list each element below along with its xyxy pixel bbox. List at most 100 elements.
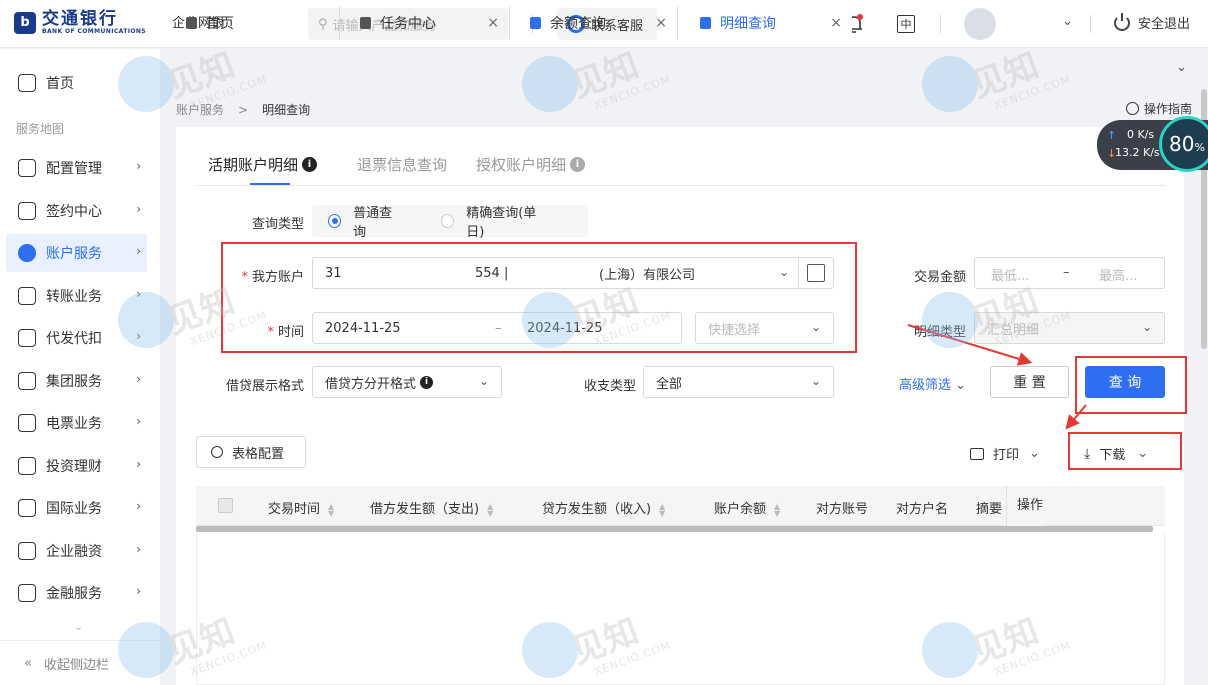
sidebar-item-1[interactable]: 签约中心 › (6, 192, 147, 230)
sidebar-item-7[interactable]: 投资理财 › (6, 447, 147, 485)
close-icon[interactable]: × (655, 15, 667, 31)
guide-icon (1126, 102, 1139, 115)
sort-icon: ▲ ▼ (659, 501, 666, 518)
chevron-down-icon[interactable]: ⌄ (1062, 14, 1073, 29)
sidebar-item-label: 投资理财 (46, 458, 102, 475)
language-switch[interactable]: 中 (894, 12, 918, 36)
tab-label: 余额查询 (550, 16, 606, 32)
pen-icon (18, 201, 36, 220)
chevron-right-icon: › (136, 201, 141, 216)
col-balance[interactable]: 账户余额 ▲ ▼ (714, 498, 780, 517)
chevron-right-icon: › (136, 286, 141, 301)
sidebar-item-4[interactable]: 代发代扣 › (6, 319, 147, 357)
avatar[interactable] (964, 8, 996, 40)
radio-label: 精确查询(单日) (466, 206, 537, 240)
breadcrumb: 账户服务 > 明细查询 (176, 101, 310, 118)
subtab-label: 活期账户明细 (208, 156, 299, 174)
col-trade-time[interactable]: 交易时间 ▲ ▼ (268, 498, 334, 517)
tab-detail-query[interactable]: 明细查询 × (680, 6, 852, 40)
highlight-box-query (1075, 356, 1187, 414)
table-config-button[interactable]: 表格配置 (196, 436, 306, 468)
sidebar-item-8[interactable]: 国际业务 › (6, 489, 147, 527)
home-tab-icon (186, 17, 197, 29)
sort-icon: ▲ ▼ (487, 501, 494, 518)
print-button[interactable]: 打印 ⌄ (970, 444, 1040, 463)
sidebar-item-label: 电票业务 (46, 416, 102, 432)
sidebar-item-6[interactable]: 电票业务 › (6, 404, 147, 442)
collapse-sidebar-button[interactable]: « 收起侧边栏 (0, 640, 160, 685)
subtab-refund[interactable]: 退票信息查询 (357, 154, 447, 175)
debit-format-select[interactable]: 借贷方分开格式 i ⌄ (312, 366, 502, 398)
col-debit[interactable]: 借方发生额（支出) ▲ ▼ (370, 498, 493, 517)
detail-type-select[interactable]: 汇总明细 ⌄ (974, 312, 1165, 344)
bank-name-en: BANK OF COMMUNICATIONS (42, 28, 146, 35)
payroll-icon (18, 329, 36, 347)
amount-max-input[interactable]: 最高... (1099, 265, 1137, 284)
amount-min-input[interactable]: 最低... (991, 265, 1029, 284)
guide-link[interactable]: 操作指南 (1126, 100, 1192, 117)
subtab-current-account[interactable]: 活期账户明细 i (208, 154, 318, 175)
select-all-checkbox[interactable] (218, 498, 233, 513)
bank-name: 交通银行 (42, 9, 118, 29)
tab-label: 任务中心 (380, 16, 436, 32)
amount-range[interactable]: 最低... – 最高... (974, 257, 1165, 289)
globe-icon (18, 499, 36, 517)
highlight-box-account-time (221, 242, 857, 353)
tab-bar (160, 49, 1208, 89)
gear-icon (18, 159, 36, 177)
user-icon (18, 244, 36, 262)
tab-home[interactable]: 首页 (166, 6, 340, 40)
sidebar-section-label: 服务地图 (16, 122, 65, 136)
tab-task-center[interactable]: 任务中心 × (340, 6, 510, 40)
query-type-radio-group: 普通查询 精确查询(单日) (312, 202, 588, 240)
bill-icon (18, 414, 36, 432)
table-header: 交易时间 ▲ ▼ 借方发生额（支出) ▲ ▼ 贷方发生额（收入) ▲ ▼ 账户余额 ▲ ▼ 对方… (196, 486, 1165, 526)
close-icon[interactable]: × (487, 15, 499, 31)
chevron-right-icon: › (136, 244, 141, 258)
info-icon: i (420, 375, 434, 389)
col-credit[interactable]: 贷方发生额（收入) ▲ ▼ (542, 498, 665, 517)
tab-balance[interactable]: 余额查询 × (510, 6, 678, 40)
sidebar-item-5[interactable]: 集团服务 › (6, 362, 147, 400)
sidebar-item-home[interactable]: 首页 (6, 64, 147, 102)
sidebar-item-label: 首页 (46, 76, 74, 92)
scroll-down-icon[interactable]: ⌄ (74, 620, 83, 633)
sidebar-item-10[interactable]: 金融服务 › (6, 574, 147, 612)
sidebar-item-label: 集团服务 (46, 373, 102, 390)
settings-icon (211, 446, 223, 458)
chevron-right-icon: › (136, 541, 141, 556)
advanced-filter-link[interactable]: 高级筛选 ⌄ (899, 374, 966, 393)
collapse-label: 收起侧边栏 (43, 657, 109, 673)
tab-label: 首页 (206, 16, 234, 32)
usage-percent: 80% (1159, 116, 1208, 172)
inout-select[interactable]: 全部 ⌄ (643, 366, 834, 398)
detail-icon (700, 17, 711, 29)
sidebar-item-label: 企业融资 (46, 543, 102, 560)
inout-value: 全部 (656, 376, 683, 392)
sidebar-item-0[interactable]: 配置管理 › (6, 149, 147, 187)
divider (196, 185, 1166, 186)
sidebar-item-label: 代发代扣 (46, 331, 102, 347)
chevron-right-icon: › (136, 584, 141, 598)
radio-exact-query[interactable]: 精确查询(单日) (441, 202, 548, 240)
subtab-authorized[interactable]: 授权账户明细 i (476, 154, 586, 175)
detail-type-value: 汇总明细 (987, 322, 1040, 338)
debit-format-value: 借贷方分开格式 (325, 376, 417, 392)
chevron-down-icon: ⌄ (478, 374, 489, 388)
chart-icon (18, 456, 36, 475)
print-label: 打印 (993, 448, 1020, 463)
tabs-more-chevron-icon[interactable]: ⌄ (1176, 60, 1187, 75)
yen-icon (18, 584, 36, 602)
close-icon[interactable]: × (830, 15, 842, 31)
reset-button[interactable]: 重 置 (990, 366, 1069, 398)
sidebar-item-2[interactable]: 账户服务 › (6, 234, 147, 272)
page-scrollbar[interactable] (1200, 89, 1208, 685)
table-config-label: 表格配置 (232, 446, 285, 462)
radio-normal-query[interactable]: 普通查询 (328, 202, 401, 240)
info-icon: i (302, 157, 318, 172)
breadcrumb-parent[interactable]: 账户服务 (176, 103, 224, 117)
sidebar-item-3[interactable]: 转账业务 › (6, 277, 147, 315)
subtab-label: 授权账户明细 (476, 156, 567, 174)
logout-button[interactable]: 安全退出 (1114, 12, 1190, 32)
sidebar-item-9[interactable]: 企业融资 › (6, 532, 147, 570)
